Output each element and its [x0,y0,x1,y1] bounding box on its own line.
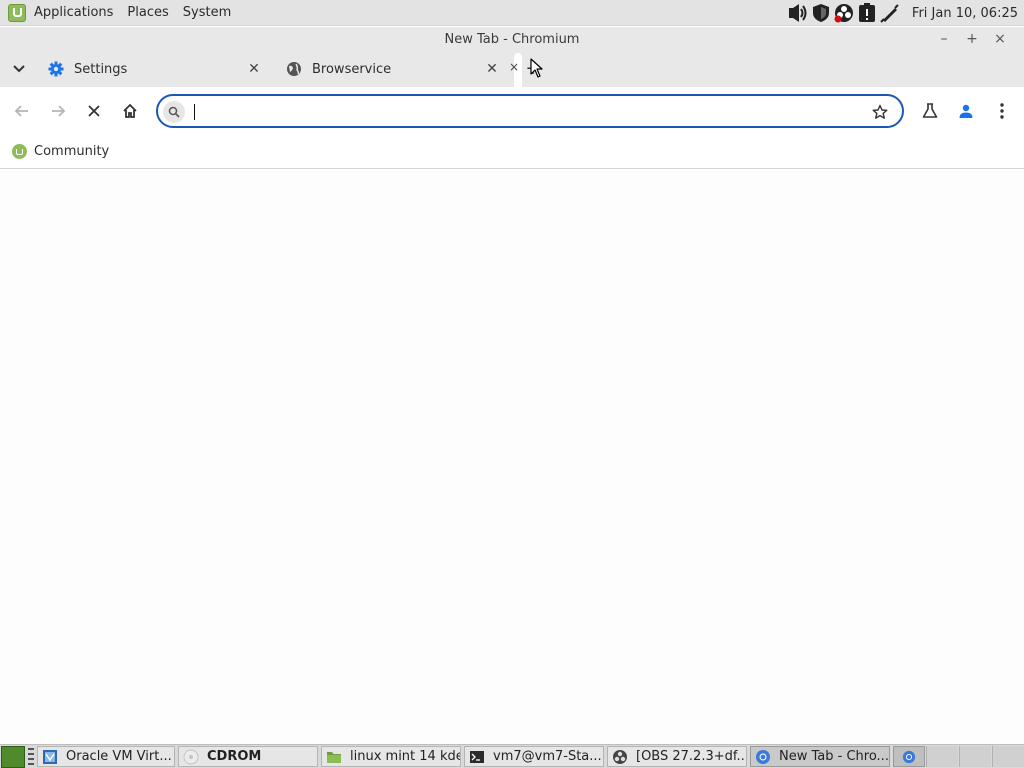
back-button[interactable] [8,97,36,125]
globe-icon [286,61,302,77]
chevron-down-icon [13,65,25,73]
text-caret [194,104,195,120]
task-label: CDROM [207,749,262,764]
forward-button[interactable] [44,97,72,125]
clock[interactable]: Fri Jan 10, 06:25 [912,6,1018,21]
menu-system[interactable]: System [183,5,231,20]
obs-icon [612,749,628,765]
tab-browservice[interactable]: Browservice ✕ [276,51,514,87]
bookmark-star-icon[interactable] [870,102,890,122]
clipboard-alert-icon[interactable] [857,3,877,23]
task-terminal[interactable]: vm7@vm7-Sta... [464,746,604,767]
workspace-2[interactable] [926,746,958,767]
volume-icon[interactable] [788,3,808,23]
obs-recording-icon[interactable] [834,3,854,23]
page-content[interactable] [0,170,1024,744]
menu-button[interactable] [988,97,1016,125]
window-controls: – + × [930,27,1014,51]
profile-button[interactable] [952,97,980,125]
task-obs[interactable]: [OBS 27.2.3+df... [607,746,747,767]
mouse-cursor-icon [530,58,543,78]
system-tray: Fri Jan 10, 06:25 [785,0,1024,26]
omnibox-input[interactable] [192,100,852,124]
close-icon[interactable]: × [509,60,519,74]
stop-loading-button[interactable] [80,97,108,125]
task-label: New Tab - Chro... [779,749,889,764]
menu-applications[interactable]: Applications [34,5,113,20]
task-label: linux mint 14 kde [350,749,460,764]
panel-grip-handle[interactable] [28,747,34,766]
folder-icon [326,749,342,765]
window-title: New Tab - Chromium [444,31,580,47]
person-icon [959,104,973,118]
menu-places[interactable]: Places [127,5,168,20]
close-window-button[interactable]: × [986,31,1014,47]
task-label: [OBS 27.2.3+df... [636,749,746,764]
pen-icon[interactable] [880,3,900,23]
show-desktop-button[interactable] [1,745,25,768]
window-titlebar[interactable]: New Tab - Chromium – + × [0,27,1024,51]
terminal-icon [469,749,485,765]
mint-logo-icon [12,144,27,159]
home-icon [123,103,137,118]
arrow-right-icon [52,105,66,117]
bookmark-label: Community [34,144,110,159]
search-icon [163,101,185,123]
task-virtualbox[interactable]: Oracle VM Virt... [37,746,175,767]
kebab-menu-icon [1000,103,1004,119]
task-label: Oracle VM Virt... [66,749,172,764]
bookmark-community[interactable]: Community [12,144,109,159]
gear-icon [48,61,64,77]
flask-icon [922,103,938,118]
browser-toolbar [0,87,1024,135]
mint-menu-icon[interactable] [8,3,26,22]
labs-button[interactable] [916,97,944,125]
virtualbox-icon [42,749,58,765]
tab-settings[interactable]: Settings ✕ [38,51,276,87]
workspace-1[interactable] [893,746,925,767]
tab-label: Settings [74,61,128,77]
maximize-button[interactable]: + [958,31,986,47]
tab-label: Browservice [312,61,392,77]
arrow-left-icon [14,105,28,117]
home-button[interactable] [116,97,144,125]
tab-search-button[interactable] [0,51,38,87]
task-label: vm7@vm7-Sta... [493,749,602,764]
workspace-4[interactable] [992,746,1024,767]
close-icon[interactable]: ✕ [246,61,262,77]
shield-icon[interactable] [811,3,831,23]
close-icon[interactable]: ✕ [484,61,500,77]
top-panel: Applications Places System Fri Jan 10, 0… [0,0,1024,26]
task-cdrom[interactable]: CDROM [178,746,318,767]
address-bar[interactable] [156,94,904,128]
bookmarks-bar: Community [0,135,1024,169]
task-file-manager[interactable]: linux mint 14 kde [321,746,461,767]
chromium-icon [755,749,771,765]
chromium-icon [902,750,916,763]
cdrom-icon [183,749,199,765]
workspace-3[interactable] [959,746,991,767]
minimize-button[interactable]: – [930,31,958,47]
taskbar: Oracle VM Virt... CDROM linux mint 14 kd… [0,744,1024,768]
task-chromium[interactable]: New Tab - Chro... [750,746,890,767]
close-icon [88,105,100,117]
